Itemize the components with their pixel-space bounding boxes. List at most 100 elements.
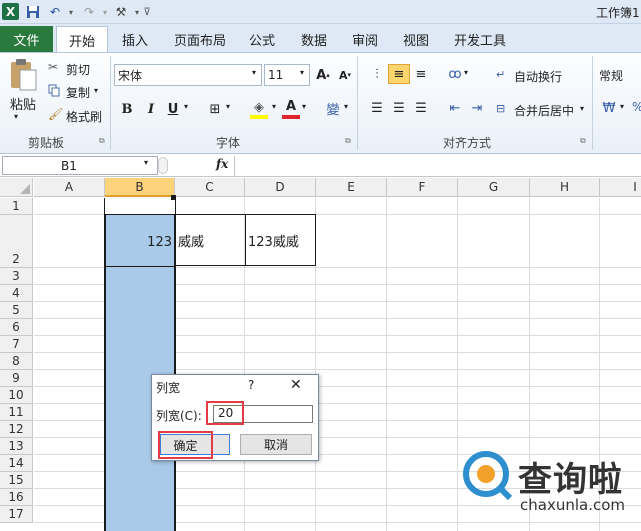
shrink-font-icon[interactable]: A ▾ — [334, 65, 356, 85]
column-header-e[interactable]: E — [316, 178, 387, 197]
column-header-b[interactable]: B — [105, 178, 175, 197]
row-header-7[interactable]: 7 — [0, 336, 33, 353]
tab-home[interactable]: 开始 — [56, 26, 108, 53]
font-name-select[interactable]: 宋体 — [114, 64, 262, 86]
close-icon[interactable]: ✕ — [290, 377, 302, 393]
percent-icon[interactable]: % — [632, 100, 641, 114]
row-header-11[interactable]: 11 — [0, 404, 33, 421]
row-header-1[interactable]: 1 — [0, 198, 33, 215]
tab-view[interactable]: 视图 — [403, 26, 429, 52]
column-header-g[interactable]: G — [458, 178, 530, 197]
merge-center-button[interactable]: 合并后居中 — [514, 102, 574, 119]
row-header-12[interactable]: 12 — [0, 421, 33, 438]
row-header-3[interactable]: 3 — [0, 268, 33, 285]
column-header-c[interactable]: C — [175, 178, 245, 197]
number-format-select[interactable]: 常规 — [596, 64, 641, 86]
underline-dropdown-icon[interactable]: ▾ — [184, 102, 188, 111]
align-middle-icon[interactable]: ≡ — [388, 64, 410, 84]
row-header-9[interactable]: 9 — [0, 370, 33, 387]
tab-page-layout[interactable]: 页面布局 — [174, 26, 226, 52]
cut-button[interactable]: 剪切 — [66, 61, 90, 78]
row-header-4[interactable]: 4 — [0, 285, 33, 302]
font-size-dropdown-icon[interactable]: ▾ — [300, 68, 304, 77]
underline-button[interactable]: U — [162, 99, 184, 119]
dialog-title: 列宽 — [156, 381, 181, 395]
row-header-8[interactable]: 8 — [0, 353, 33, 370]
active-cell-b1[interactable] — [105, 198, 175, 214]
tab-developer[interactable]: 开发工具 — [454, 26, 506, 52]
paste-dropdown-icon[interactable]: ▾ — [14, 112, 18, 121]
insert-function-icon[interactable]: fx — [216, 157, 228, 171]
formula-input[interactable] — [234, 156, 641, 176]
row-header-5[interactable]: 5 — [0, 302, 33, 319]
row-header-13[interactable]: 13 — [0, 438, 33, 455]
font-name-dropdown-icon[interactable]: ▾ — [252, 68, 256, 77]
cell-c2[interactable]: 威威 — [178, 214, 244, 266]
increase-indent-icon[interactable]: ⇥ — [466, 98, 488, 118]
select-all-corner[interactable] — [0, 178, 33, 197]
font-launcher-icon[interactable]: ⧉ — [345, 136, 351, 146]
row-header-15[interactable]: 15 — [0, 472, 33, 489]
save-icon[interactable] — [24, 3, 42, 21]
phonetic-icon[interactable]: 變 — [322, 98, 344, 118]
font-color-dropdown-icon[interactable]: ▾ — [302, 102, 306, 111]
orientation-dropdown-icon[interactable]: ▾ — [464, 68, 468, 77]
phonetic-dropdown-icon[interactable]: ▾ — [344, 102, 348, 111]
align-left-icon[interactable]: ☰ — [366, 98, 388, 118]
orientation-icon[interactable]: ꝏ — [444, 64, 466, 84]
align-top-icon[interactable]: ⫶ — [366, 64, 388, 84]
column-width-label: 列宽(C): — [156, 409, 202, 423]
grow-font-icon[interactable]: A ▴ — [312, 65, 334, 85]
column-header-h[interactable]: H — [530, 178, 600, 197]
borders-dropdown-icon[interactable]: ▾ — [226, 102, 230, 111]
name-box[interactable]: B1 — [2, 156, 158, 175]
fill-handle[interactable] — [171, 195, 176, 200]
row-header-2[interactable]: 2 — [0, 215, 33, 268]
tab-file[interactable]: 文件 — [0, 26, 53, 52]
align-bottom-icon[interactable]: ≡ — [410, 64, 432, 84]
column-header-d[interactable]: D — [245, 178, 316, 197]
wrap-text-button[interactable]: 自动换行 — [514, 68, 562, 85]
paste-icon[interactable] — [8, 58, 38, 92]
align-center-icon[interactable]: ☰ — [388, 98, 410, 118]
formula-bar-splitter[interactable] — [158, 157, 168, 174]
font-color-icon[interactable]: A — [280, 96, 302, 116]
row-header-16[interactable]: 16 — [0, 489, 33, 506]
column-header-f[interactable]: F — [387, 178, 458, 197]
tab-formulas[interactable]: 公式 — [249, 26, 275, 52]
accounting-dropdown-icon[interactable]: ▾ — [620, 102, 624, 111]
row-header-6[interactable]: 6 — [0, 319, 33, 336]
row-header-17[interactable]: 17 — [0, 506, 33, 523]
column-header-a[interactable]: A — [34, 178, 105, 197]
undo-dropdown-icon[interactable]: ▾ — [62, 3, 80, 21]
help-button[interactable]: ? — [248, 378, 254, 392]
bold-button[interactable]: B — [116, 99, 138, 119]
cell-b2[interactable]: 123 — [106, 214, 172, 266]
align-right-icon[interactable]: ☰ — [410, 98, 432, 118]
paste-button[interactable]: 粘贴 — [10, 94, 36, 113]
row-header-14[interactable]: 14 — [0, 455, 33, 472]
customize-qat-icon[interactable]: ⊽ — [138, 3, 156, 21]
name-box-dropdown-icon[interactable]: ▾ — [144, 158, 148, 167]
borders-icon[interactable]: ⊞ — [204, 99, 226, 119]
ok-button[interactable]: 确定 — [158, 431, 213, 459]
accounting-format-icon[interactable]: ₩ — [598, 98, 620, 118]
clipboard-launcher-icon[interactable]: ⧉ — [99, 136, 105, 146]
fill-color-dropdown-icon[interactable]: ▾ — [272, 102, 276, 111]
merge-dropdown-icon[interactable]: ▾ — [580, 104, 584, 113]
cell-d2[interactable]: 123威威 — [248, 214, 316, 266]
copy-dropdown-icon[interactable]: ▾ — [94, 86, 98, 95]
tab-data[interactable]: 数据 — [301, 26, 327, 52]
decrease-indent-icon[interactable]: ⇤ — [444, 98, 466, 118]
cancel-button[interactable]: 取消 — [240, 434, 312, 455]
tab-insert[interactable]: 插入 — [122, 26, 148, 52]
italic-button[interactable]: I — [140, 99, 162, 119]
tab-review[interactable]: 审阅 — [352, 26, 378, 52]
row-header-10[interactable]: 10 — [0, 387, 33, 404]
column-width-input[interactable]: 20 — [206, 401, 244, 425]
column-header-i[interactable]: I — [600, 178, 641, 197]
copy-button[interactable]: 复制 — [66, 84, 90, 101]
alignment-launcher-icon[interactable]: ⧉ — [580, 136, 586, 146]
format-painter-button[interactable]: 格式刷 — [66, 108, 102, 125]
fill-color-icon[interactable]: ◈ — [248, 97, 270, 117]
